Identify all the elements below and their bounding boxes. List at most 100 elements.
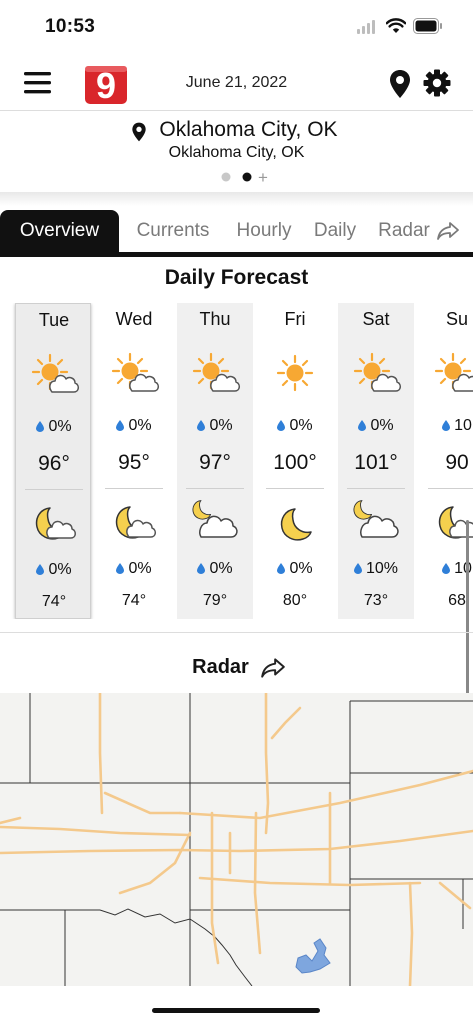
raindrop-icon xyxy=(358,420,367,431)
day-precip: 0% xyxy=(16,418,92,436)
night-precip-value: 0% xyxy=(289,560,313,577)
day-precip-value: 0% xyxy=(289,417,313,434)
day-name: Sat xyxy=(362,309,390,329)
tab-radar[interactable]: Radar xyxy=(374,210,434,252)
partly-sunny-icon xyxy=(31,353,80,393)
forecast-title: Daily Forecast xyxy=(164,266,309,289)
day-divider xyxy=(105,488,163,489)
raindrop-icon xyxy=(116,420,125,431)
tab-overview[interactable]: Overview xyxy=(0,210,119,252)
forecast-day-card[interactable]: Sat 0% 101° 10% 73° xyxy=(338,303,414,619)
low-temp: 74° xyxy=(121,592,147,609)
day-name: Wed xyxy=(115,309,153,329)
high-temp: 101° xyxy=(354,451,398,474)
forecast-day-card[interactable]: Fri 0% 100° 0% 80° xyxy=(257,303,333,619)
gear-icon[interactable] xyxy=(423,69,451,97)
add-location-icon[interactable]: + xyxy=(258,168,268,187)
raindrop-icon xyxy=(442,420,451,431)
mostly-cloudy-night-icon xyxy=(192,500,238,538)
battery-icon xyxy=(413,18,442,34)
tab-bar: Overview Currents Hourly Daily Radar xyxy=(0,210,473,254)
low-temp: 68 xyxy=(448,592,466,609)
mostly-cloudy-night-icon xyxy=(353,500,399,538)
night-precip: 10% xyxy=(338,560,414,578)
forecast-day-card[interactable]: Tue 0% 96° 0% 74° xyxy=(15,303,91,619)
day-precip-value: 0% xyxy=(209,417,233,434)
radar-title[interactable]: Radar xyxy=(0,656,473,679)
night-precip-value: 0% xyxy=(48,561,72,578)
raindrop-icon xyxy=(277,563,286,574)
forecast-day-card[interactable]: Wed 0% 95° 0% 74° xyxy=(96,303,172,619)
day-name: Fri xyxy=(284,309,306,329)
raindrop-icon xyxy=(116,563,125,574)
sunny-icon xyxy=(276,354,314,392)
high-temp: 96° xyxy=(38,452,70,475)
section-divider xyxy=(0,632,473,633)
raindrop-icon xyxy=(277,420,286,431)
location-page-indicator[interactable]: + xyxy=(220,168,270,187)
day-divider xyxy=(186,488,244,489)
low-temp: 74° xyxy=(41,593,67,610)
status-time: 10:53 xyxy=(45,16,96,37)
raindrop-icon xyxy=(197,420,206,431)
page-dot-active[interactable] xyxy=(242,172,252,182)
day-precip-value: 0% xyxy=(128,417,152,434)
partly-sunny-icon xyxy=(111,352,160,392)
day-divider xyxy=(428,488,473,489)
clear-night-icon xyxy=(280,508,312,541)
tab-hourly[interactable]: Hourly xyxy=(228,210,300,252)
tab-daily[interactable]: Daily xyxy=(307,210,363,252)
partly-sunny-icon xyxy=(192,352,241,392)
forecast-strip[interactable]: Tue 0% 96° 0% 74° Wed 0% 95° 0% 74° Thu … xyxy=(0,303,473,619)
raindrop-icon xyxy=(442,563,451,574)
location-name[interactable]: Oklahoma City, OK xyxy=(0,118,473,142)
wifi-icon xyxy=(386,18,406,33)
high-temp: 95° xyxy=(118,451,150,474)
day-precip: 0% xyxy=(177,417,253,435)
night-precip: 10 xyxy=(419,560,473,578)
night-precip-value: 0% xyxy=(128,560,152,577)
scrollbar[interactable] xyxy=(466,520,469,720)
day-precip-value: 10 xyxy=(454,417,472,434)
radar-share-arrow-icon[interactable] xyxy=(260,657,286,679)
page-dot[interactable] xyxy=(221,172,231,182)
day-precip: 0% xyxy=(96,417,172,435)
day-name: Tue xyxy=(38,310,70,330)
partly-sunny-icon xyxy=(434,352,473,392)
day-divider xyxy=(266,488,324,489)
cellular-signal-icon xyxy=(357,20,375,34)
high-temp: 90 xyxy=(445,451,469,474)
day-name: Thu xyxy=(199,309,231,329)
low-temp: 79° xyxy=(202,592,228,609)
day-precip: 0% xyxy=(338,417,414,435)
raindrop-icon xyxy=(36,421,45,432)
bottom-safe-area xyxy=(0,986,473,1024)
day-name: Su xyxy=(445,309,469,329)
raindrop-icon xyxy=(353,563,362,574)
night-precip: 0% xyxy=(177,560,253,578)
high-temp: 100° xyxy=(273,451,317,474)
location-shadow xyxy=(0,192,473,206)
raindrop-icon xyxy=(36,564,45,575)
low-temp: 80° xyxy=(282,592,308,609)
day-precip-value: 0% xyxy=(48,418,72,435)
share-arrow-icon[interactable] xyxy=(436,221,460,241)
partly-cloudy-night-icon xyxy=(35,507,77,540)
header-divider xyxy=(0,110,473,111)
partly-cloudy-night-icon xyxy=(115,506,157,539)
location-pin-icon[interactable] xyxy=(388,69,412,99)
tab-currents[interactable]: Currents xyxy=(126,210,220,252)
low-temp: 73° xyxy=(363,592,389,609)
night-precip-value: 10% xyxy=(365,560,399,577)
raindrop-icon xyxy=(197,563,206,574)
forecast-day-card[interactable]: Su 10 90 10 68 xyxy=(419,303,473,619)
tab-underline xyxy=(0,252,473,257)
radar-map[interactable] xyxy=(0,691,473,988)
high-temp: 97° xyxy=(199,451,231,474)
day-precip: 0% xyxy=(257,417,333,435)
day-precip: 10 xyxy=(419,417,473,435)
home-indicator[interactable] xyxy=(152,1008,320,1013)
night-precip: 0% xyxy=(16,561,92,579)
location-subtitle: Oklahoma City, OK xyxy=(168,144,305,161)
forecast-day-card[interactable]: Thu 0% 97° 0% 79° xyxy=(177,303,253,619)
